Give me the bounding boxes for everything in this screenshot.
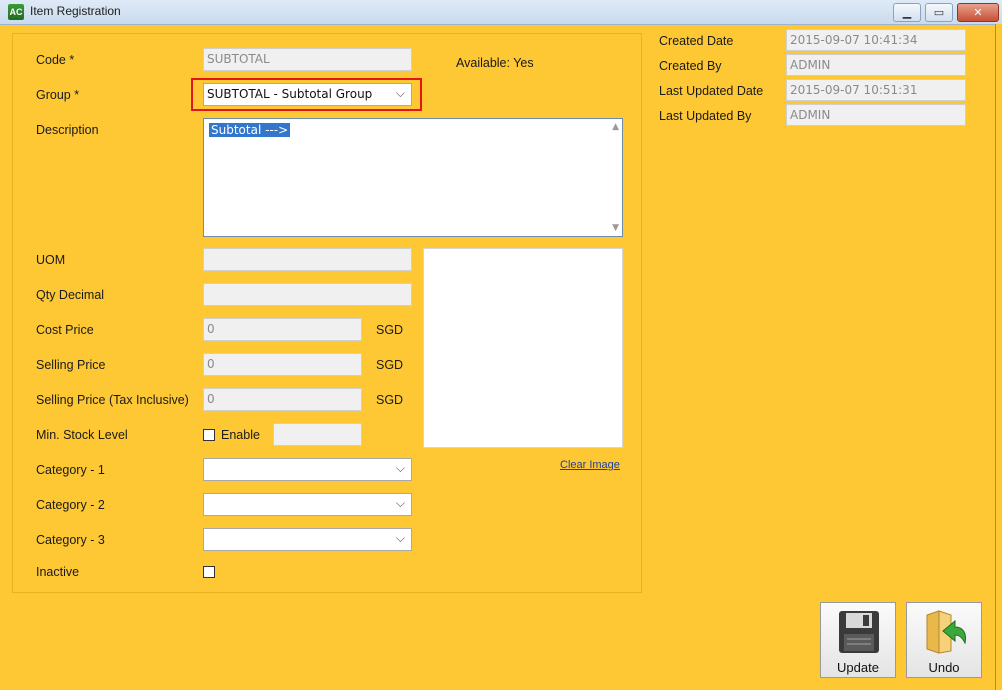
description-selected-text: Subtotal ---> bbox=[209, 123, 291, 137]
scroll-up-icon[interactable]: ▲ bbox=[612, 122, 619, 132]
selling-price-tax-field[interactable]: 0 bbox=[203, 388, 362, 411]
selling-price-label: Selling Price bbox=[36, 358, 106, 372]
selling-tax-currency: SGD bbox=[376, 393, 404, 407]
description-textarea[interactable]: Subtotal ---> ▲ ▼ bbox=[203, 118, 623, 237]
close-button[interactable]: ✕ bbox=[957, 3, 999, 22]
qty-decimal-field[interactable] bbox=[203, 283, 412, 306]
maximize-icon: ▭ bbox=[933, 6, 945, 19]
last-updated-date-label: Last Updated Date bbox=[659, 84, 764, 98]
close-icon: ✕ bbox=[973, 6, 983, 19]
group-label: Group * bbox=[36, 88, 80, 102]
cost-price-label: Cost Price bbox=[36, 323, 94, 337]
category3-dropdown[interactable]: ⌵ bbox=[203, 528, 412, 551]
category1-dropdown[interactable]: ⌵ bbox=[203, 458, 412, 481]
min-stock-enable-checkbox[interactable] bbox=[203, 429, 215, 441]
created-by-label: Created By bbox=[659, 59, 722, 73]
chevron-down-icon: ⌵ bbox=[395, 496, 405, 510]
qty-decimal-label: Qty Decimal bbox=[36, 288, 105, 302]
cost-price-field[interactable]: 0 bbox=[203, 318, 362, 341]
inactive-checkbox[interactable] bbox=[203, 566, 215, 578]
last-updated-by-label: Last Updated By bbox=[659, 109, 752, 123]
floppy-disk-icon bbox=[839, 611, 879, 653]
minimize-icon: ▁ bbox=[902, 6, 912, 19]
uom-field[interactable] bbox=[203, 248, 412, 271]
undo-button-label: Undo bbox=[928, 660, 960, 675]
created-by-field[interactable]: ADMIN bbox=[786, 54, 966, 76]
minimize-button[interactable]: ▁ bbox=[893, 3, 921, 22]
min-stock-field[interactable] bbox=[273, 423, 362, 446]
maximize-button[interactable]: ▭ bbox=[925, 3, 953, 22]
description-label: Description bbox=[36, 123, 99, 137]
last-updated-by-field[interactable]: ADMIN bbox=[786, 104, 966, 126]
uom-label: UOM bbox=[36, 253, 66, 267]
chevron-down-icon: ⌵ bbox=[395, 461, 405, 475]
window-title: Item Registration bbox=[30, 4, 121, 18]
category1-label: Category - 1 bbox=[36, 463, 105, 477]
created-date-field[interactable]: 2015-09-07 10:41:34 bbox=[786, 29, 966, 51]
app-icon: AC bbox=[8, 4, 24, 20]
created-date-label: Created Date bbox=[659, 34, 734, 48]
inactive-label: Inactive bbox=[36, 565, 80, 579]
group-dropdown[interactable]: SUBTOTAL - Subtotal Group ⌵ bbox=[203, 83, 412, 106]
last-updated-date-field[interactable]: 2015-09-07 10:51:31 bbox=[786, 79, 966, 101]
min-stock-label: Min. Stock Level bbox=[36, 428, 128, 442]
category2-dropdown[interactable]: ⌵ bbox=[203, 493, 412, 516]
title-bar[interactable] bbox=[0, 0, 1002, 25]
code-field[interactable]: SUBTOTAL bbox=[203, 48, 412, 71]
folder-undo-icon bbox=[926, 610, 966, 654]
group-dropdown-value: SUBTOTAL - Subtotal Group bbox=[207, 87, 373, 101]
selling-price-tax-label: Selling Price (Tax Inclusive) bbox=[36, 393, 189, 407]
clear-image-link[interactable]: Clear Image bbox=[560, 459, 620, 471]
chevron-down-icon: ⌵ bbox=[395, 531, 405, 545]
category2-label: Category - 2 bbox=[36, 498, 105, 512]
cost-currency: SGD bbox=[376, 323, 404, 337]
category3-label: Category - 3 bbox=[36, 533, 105, 547]
min-stock-enable-label: Enable bbox=[221, 428, 260, 442]
item-image-box[interactable] bbox=[423, 248, 623, 448]
selling-price-field[interactable]: 0 bbox=[203, 353, 362, 376]
scroll-down-icon[interactable]: ▼ bbox=[612, 223, 619, 233]
chevron-down-icon: ⌵ bbox=[395, 86, 405, 100]
availability-text: Available: Yes bbox=[456, 56, 534, 70]
undo-button[interactable]: Undo bbox=[906, 602, 982, 678]
window-right-border bbox=[995, 24, 1002, 690]
selling-currency: SGD bbox=[376, 358, 404, 372]
code-label: Code * bbox=[36, 53, 75, 67]
update-button[interactable]: Update bbox=[820, 602, 896, 678]
update-button-label: Update bbox=[837, 660, 879, 675]
